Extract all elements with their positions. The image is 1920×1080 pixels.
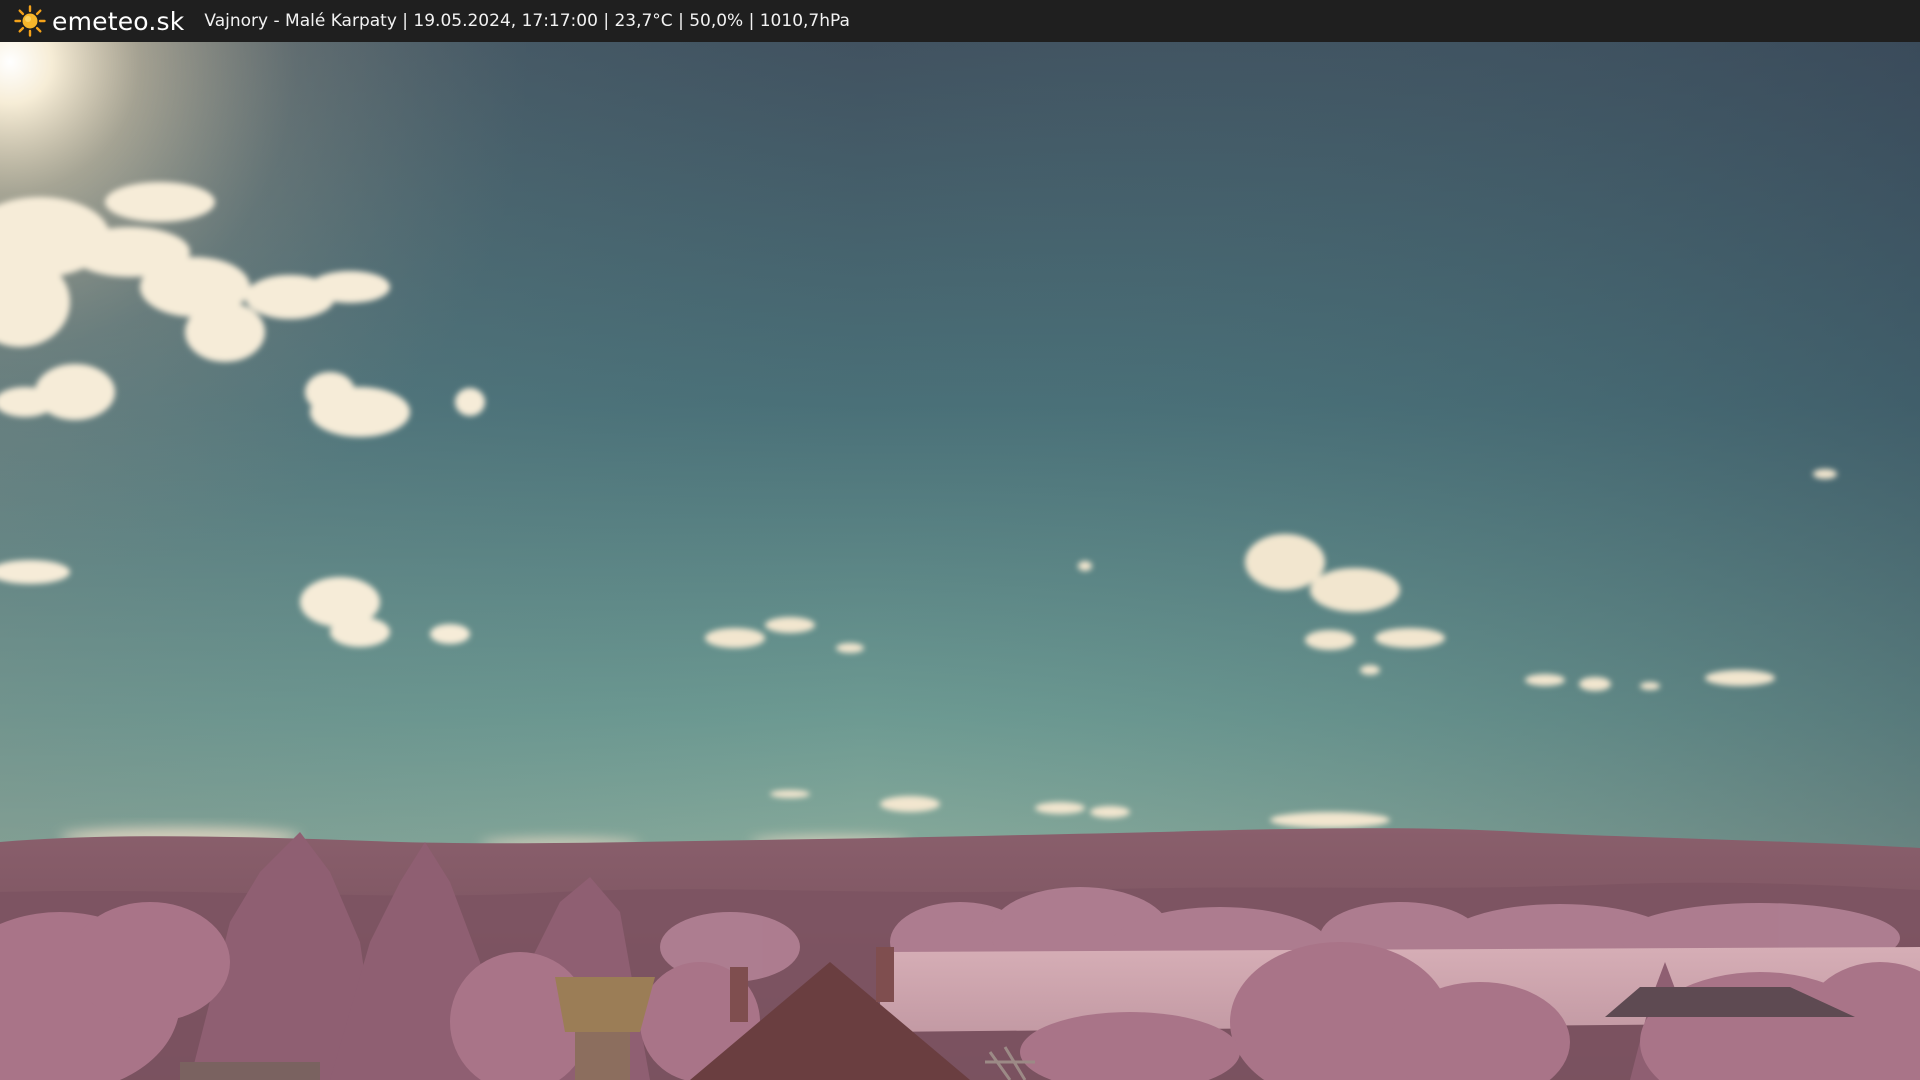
webcam-image bbox=[0, 42, 1920, 1080]
sun-icon bbox=[14, 5, 46, 37]
header-bar: emeteo.sk Vajnory - Malé Karpaty | 19.05… bbox=[0, 0, 1920, 42]
logo[interactable]: emeteo.sk bbox=[14, 0, 184, 42]
station-caption: Vajnory - Malé Karpaty | 19.05.2024, 17:… bbox=[204, 11, 850, 31]
webcam-frame: emeteo.sk Vajnory - Malé Karpaty | 19.05… bbox=[0, 0, 1920, 1080]
brand-name: emeteo.sk bbox=[52, 6, 185, 36]
